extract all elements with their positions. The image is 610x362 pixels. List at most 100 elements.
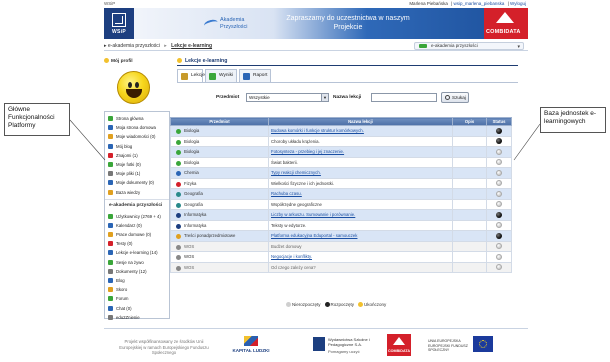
wsip-logo[interactable]: WSiP <box>104 8 134 39</box>
sidebar-item-icon <box>108 268 113 274</box>
breadcrumb-item-home[interactable]: e-akademia przyszłości <box>108 43 160 49</box>
nav-bar: ▸ e-akademia przyszłości ▸ Lekcje e-lear… <box>104 41 528 51</box>
subject-name: Geografia <box>184 201 203 207</box>
sidebar-item-dokumenty-12[interactable]: Dokumenty (12) <box>108 267 166 276</box>
footer-divider <box>104 328 528 329</box>
sidebar-item-label: Lekcje e-learning (14) <box>116 250 158 256</box>
lesson-title-link[interactable]: Budowa komórki i funkcje struktur komórk… <box>268 125 453 137</box>
sidebar-item-moje-wiadomosci-0[interactable]: Moje wiadomości (0) <box>108 132 166 141</box>
lesson-title-link[interactable]: Liczby w arkuszu. Sumowanie i porównanie… <box>268 209 453 221</box>
sidebar-item-label: Blog <box>116 278 125 283</box>
subject-cell: WOS <box>170 240 269 252</box>
sidebar-item-icon <box>108 241 113 247</box>
sidebar-item-sesje-na-zywo[interactable]: Sesje na żywo <box>108 258 166 267</box>
lesson-name-input[interactable] <box>371 93 437 102</box>
tab-lekcje[interactable]: Lekcje <box>177 69 205 82</box>
legend-label: Rozpoczęty <box>330 302 355 307</box>
user-login-link[interactable]: wsip_marlena_piebanska <box>454 1 505 6</box>
profile-heading-label: Mój profil <box>111 58 133 64</box>
community-select[interactable]: e-akademia przyszłości ▾ <box>414 42 524 50</box>
lessons-icon <box>177 58 182 64</box>
sidebar-item-prace-domowe-0[interactable]: Prace domowe (0) <box>108 230 166 239</box>
tab-divider <box>177 82 518 83</box>
sidebar-item-skoro[interactable]: Skoro <box>108 285 166 294</box>
sidebar-item-uzytkownicy-2769-4[interactable]: Użytkownicy (2769 + 4) <box>108 212 166 221</box>
subject-icon <box>176 255 181 260</box>
sidebar-item-baza-wiedzy[interactable]: Baza wiedzy <box>108 188 166 197</box>
sidebar-item-strona-glowna[interactable]: Strona główna <box>108 114 166 123</box>
table-row[interactable]: Fizyka Wielkości fizyczne i ich jednostki… <box>170 177 512 189</box>
table-row[interactable]: Biologia Choroby układu krążenia. <box>170 135 512 147</box>
sidebar-item-label: Prace domowe (0) <box>116 232 152 238</box>
description-cell <box>452 135 487 147</box>
sidebar-item-lekcje-e-learning-14[interactable]: Lekcje e-learning (14) <box>108 248 166 257</box>
sidebar-item-label: Moje fotki (0) <box>116 161 141 167</box>
sidebar-item-label: Strona główna <box>116 116 144 121</box>
sidebar-item-moje-dokumenty-0[interactable]: Moje dokumenty (0) <box>108 178 166 187</box>
akademia-logo-line2: Przyszłości <box>220 24 248 30</box>
description-cell <box>452 146 487 158</box>
results-chart-icon <box>209 73 216 80</box>
sidebar-item-blog[interactable]: Blog <box>108 276 166 285</box>
table-row[interactable]: Biologia Fotosynteza - przebieg i jej zna… <box>170 146 512 158</box>
sidebar-item-label: Znajomi (1) <box>116 152 138 158</box>
table-row[interactable]: WOS Od czego zależy cena? <box>170 261 512 273</box>
sidebar-item-testy-0[interactable]: Testy (0) <box>108 239 166 248</box>
wsip-footer-name: Wydawnictwa Szkolne i Pedagogiczne S.A. <box>328 337 370 347</box>
table-row[interactable]: Chemia Typy reakcji chemicznych. <box>170 167 512 179</box>
table-row[interactable]: WOS Negocjacje i konflikty. <box>170 251 512 263</box>
tab-raport[interactable]: Raport <box>239 69 271 82</box>
sidebar-item-icon <box>108 278 113 283</box>
table-row[interactable]: Informatyka Teksty w edytorze. <box>170 219 512 231</box>
column-header-status[interactable]: Status <box>486 117 512 126</box>
sidebar-item-edu2znienie[interactable]: edu2Znienie <box>108 313 166 322</box>
sidebar-item-moj-blog[interactable]: Mój blog <box>108 142 166 151</box>
column-header-subject[interactable]: Przedmiot <box>170 117 269 126</box>
subject-name: Informatyka <box>184 212 207 218</box>
separator: | <box>451 1 453 6</box>
table-row[interactable]: Biologia Budowa komórki i funkcje struktu… <box>170 125 512 137</box>
sidebar-item-forum[interactable]: Forum <box>108 294 166 303</box>
subject-cell: Fizyka <box>170 177 269 189</box>
logout-link[interactable]: Wyloguj <box>510 1 526 6</box>
subject-cell: Geografia <box>170 198 269 210</box>
table-row[interactable]: Treści ponadprzedmiotowe Platforma edukac… <box>170 230 512 242</box>
kapital-ludzki-text: KAPITAŁ LUDZKI <box>232 348 270 353</box>
lesson-title-link[interactable]: Negocjacje i konflikty. <box>268 251 453 263</box>
tab-raport-label: Raport <box>253 73 268 78</box>
breadcrumb-item-current: Lekcje e-learning <box>171 43 213 49</box>
tab-wyniki[interactable]: Wyniki <box>205 69 237 82</box>
sidebar-item-icon <box>108 250 113 256</box>
table-row[interactable]: Geografia Rachuba czasu. <box>170 188 512 200</box>
lesson-title-link[interactable]: Platforma edukacyjna Eduportal - samoucz… <box>268 230 453 242</box>
combidata-logo-text: COMBIDATA <box>486 29 521 35</box>
table-row[interactable]: Biologia Świat bakterii. <box>170 156 512 168</box>
subject-cell: Biologia <box>170 125 269 137</box>
sidebar-item-icon <box>108 222 113 228</box>
description-cell <box>452 177 487 189</box>
lesson-filter: Przedmiot Wszystkie ▼ Nazwa lekcji Szuka… <box>177 92 518 104</box>
sidebar-item-label: Moje dokumenty (0) <box>116 180 154 186</box>
subject-icon <box>176 213 181 218</box>
sidebar-item-icon <box>108 213 113 219</box>
search-icon <box>445 95 450 100</box>
sidebar-item-chat-0[interactable]: Chat (0) <box>108 304 166 313</box>
sidebar-item-znajomi-1[interactable]: Znajomi (1) <box>108 151 166 160</box>
sidebar-item-moje-fotki-0[interactable]: Moje fotki (0) <box>108 160 166 169</box>
banner-slogan: Zapraszamy do uczestnictwa w naszym Proj… <box>286 15 410 31</box>
lesson-title-link[interactable]: Rachuba czasu. <box>268 188 453 200</box>
sidebar-item-moja-strona-domowa[interactable]: Moja strona domowa <box>108 123 166 132</box>
table-row[interactable]: WOS Budżet domowy <box>170 240 512 252</box>
lesson-title-link[interactable]: Fotosynteza - przebieg i jej znaczenie. <box>268 146 453 158</box>
column-header-lesson[interactable]: Nazwa lekcji <box>268 117 453 126</box>
search-button[interactable]: Szukaj <box>441 92 469 103</box>
subject-name: WOS <box>184 264 195 270</box>
avatar[interactable] <box>117 71 150 104</box>
sidebar-item-kalendarz-0[interactable]: Kalendarz (0) <box>108 221 166 230</box>
lesson-title-link[interactable]: Typy reakcji chemicznych. <box>268 167 453 179</box>
status-cell <box>486 230 512 242</box>
subject-select[interactable]: Wszystkie ▼ <box>246 93 329 102</box>
table-row[interactable]: Geografia Współrzędne geograficzne <box>170 198 512 210</box>
sidebar-item-moje-pliki-1[interactable]: Moje pliki (1) <box>108 169 166 178</box>
table-row[interactable]: Informatyka Liczby w arkuszu. Sumowanie i… <box>170 209 512 221</box>
